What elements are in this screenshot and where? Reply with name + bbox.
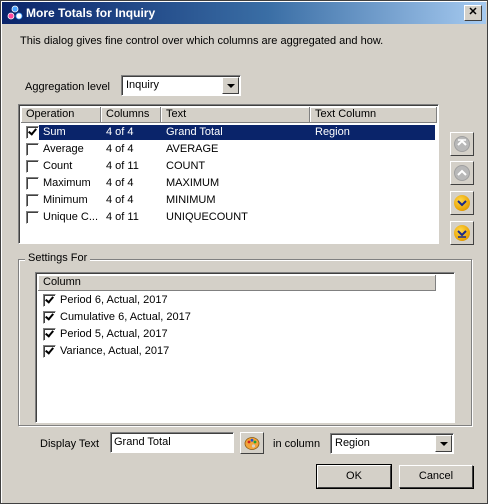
operation-row[interactable]: Average 4 of 4 AVERAGE — [21, 142, 435, 159]
column-checkbox[interactable] — [43, 294, 56, 307]
column-label: Variance, Actual, 2017 — [60, 345, 170, 357]
settings-column-row[interactable]: Variance, Actual, 2017 — [38, 344, 438, 361]
operation-text: MAXIMUM — [166, 177, 220, 189]
aggregation-level-select[interactable]: Inquiry — [121, 75, 241, 96]
column-header-column[interactable]: Column — [38, 275, 436, 291]
title-bar[interactable]: More Totals for Inquiry ✕ — [2, 2, 486, 24]
operation-checkbox[interactable] — [26, 160, 39, 173]
dialog-window: More Totals for Inquiry ✕ This dialog gi… — [0, 0, 488, 504]
column-header-operation[interactable]: Operation — [21, 107, 101, 123]
cancel-button[interactable]: Cancel — [399, 465, 473, 488]
column-label: Period 5, Actual, 2017 — [60, 328, 168, 340]
move-to-top-icon — [457, 139, 467, 146]
display-text-input[interactable]: Grand Total — [110, 432, 234, 453]
operation-text: MINIMUM — [166, 194, 216, 206]
settings-column-row[interactable]: Cumulative 6, Actual, 2017 — [38, 310, 438, 327]
operation-text: Grand Total — [166, 126, 223, 138]
insert-token-button[interactable] — [240, 432, 264, 454]
operation-name: Unique C... — [43, 211, 99, 223]
operation-columns: 4 of 11 — [106, 211, 139, 223]
display-text-label: Display Text — [40, 438, 100, 450]
operation-name: Count — [43, 160, 73, 172]
move-to-bottom-icon — [457, 230, 467, 238]
ok-button[interactable]: OK — [316, 464, 392, 489]
operation-columns: 4 of 4 — [106, 143, 134, 155]
aggregation-level-label: Aggregation level — [25, 81, 111, 93]
close-button[interactable]: ✕ — [464, 5, 482, 21]
operation-row[interactable]: Maximum 4 of 4 MAXIMUM — [21, 176, 435, 193]
display-text-value: Grand Total — [114, 436, 171, 448]
operation-columns: 4 of 4 — [106, 194, 134, 206]
app-icon — [7, 5, 23, 20]
move-down-icon — [457, 200, 467, 207]
palette-icon — [244, 437, 260, 450]
move-to-bottom-button[interactable] — [450, 221, 474, 245]
column-header-text[interactable]: Text — [161, 107, 310, 123]
in-column-label: in column — [273, 438, 321, 450]
move-down-button[interactable] — [450, 191, 474, 215]
settings-column-row[interactable]: Period 5, Actual, 2017 — [38, 327, 438, 344]
operation-name: Minimum — [43, 194, 88, 206]
operation-columns: 4 of 11 — [106, 160, 139, 172]
column-checkbox[interactable] — [43, 345, 56, 358]
chevron-down-icon[interactable] — [222, 77, 239, 94]
operation-checkbox[interactable] — [26, 177, 39, 190]
column-header-columns[interactable]: Columns — [101, 107, 161, 123]
in-column-select[interactable]: Region — [330, 433, 454, 454]
column-checkbox[interactable] — [43, 328, 56, 341]
settings-group-title: Settings For — [25, 252, 91, 264]
operation-row[interactable]: Unique C... 4 of 11 UNIQUECOUNT — [21, 210, 435, 227]
settings-column-row[interactable]: Period 6, Actual, 2017 — [38, 293, 438, 310]
operations-list[interactable]: Operation Columns Text Text Column Sum 4 … — [18, 104, 439, 244]
operation-checkbox[interactable] — [26, 143, 39, 156]
column-header-text-column[interactable]: Text Column — [310, 107, 437, 123]
operation-text: AVERAGE — [166, 143, 219, 155]
operation-name: Sum — [43, 126, 66, 138]
operation-checkbox[interactable] — [26, 126, 39, 139]
operation-checkbox[interactable] — [26, 194, 39, 207]
aggregation-level-value: Inquiry — [126, 79, 160, 91]
column-label: Period 6, Actual, 2017 — [60, 294, 168, 306]
move-up-icon — [457, 169, 467, 176]
move-up-button[interactable] — [450, 161, 474, 185]
in-column-value: Region — [335, 437, 370, 449]
operation-row[interactable]: Count 4 of 11 COUNT — [21, 159, 435, 176]
window-title: More Totals for Inquiry — [26, 6, 156, 20]
operation-text-column: Region — [315, 126, 350, 138]
operation-row[interactable]: Minimum 4 of 4 MINIMUM — [21, 193, 435, 210]
move-to-top-button[interactable] — [450, 132, 474, 156]
operation-checkbox[interactable] — [26, 211, 39, 224]
operation-name: Average — [43, 143, 84, 155]
column-label: Cumulative 6, Actual, 2017 — [60, 311, 191, 323]
operation-name: Maximum — [43, 177, 91, 189]
operation-text: UNIQUECOUNT — [166, 211, 248, 223]
settings-column-list[interactable]: Column Period 6, Actual, 2017 Cumulative … — [35, 272, 455, 423]
operation-text: COUNT — [166, 160, 206, 172]
operation-columns: 4 of 4 — [106, 126, 134, 138]
operation-columns: 4 of 4 — [106, 177, 134, 189]
column-checkbox[interactable] — [43, 311, 56, 324]
chevron-down-icon[interactable] — [435, 435, 452, 452]
operation-row[interactable]: Sum 4 of 4 Grand Total Region — [21, 125, 435, 142]
dialog-description: This dialog gives fine control over whic… — [20, 35, 384, 47]
